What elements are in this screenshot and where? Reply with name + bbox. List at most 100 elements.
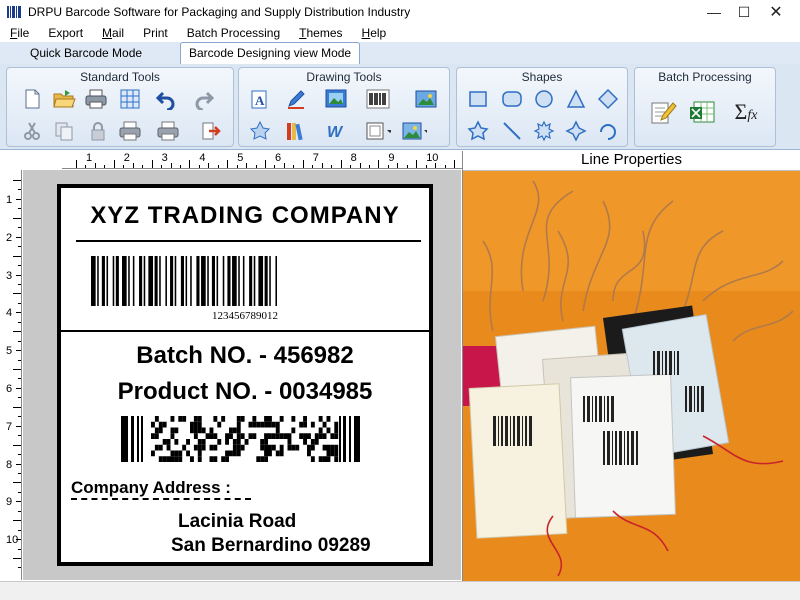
word-art-icon[interactable]: W xyxy=(323,118,349,144)
ruler-left-number: 5 xyxy=(6,345,13,358)
ruler-tick xyxy=(293,165,295,168)
menu-print[interactable]: Print xyxy=(143,26,168,40)
text-icon[interactable]: A xyxy=(247,86,273,112)
ruler-tick xyxy=(302,160,304,168)
barcode-icon[interactable] xyxy=(365,86,391,112)
new-icon[interactable] xyxy=(19,86,45,112)
picture-icon[interactable] xyxy=(323,86,349,112)
ruler-tick xyxy=(16,198,21,200)
tab-quick-barcode-mode[interactable]: Quick Barcode Mode xyxy=(30,46,142,60)
ruler-tick xyxy=(378,160,380,168)
ribbon: Standard Tools Drawing Tools A W Shapes … xyxy=(0,64,800,150)
ruler-tick xyxy=(189,160,191,168)
ruler-tick xyxy=(179,165,181,168)
cut-icon[interactable] xyxy=(19,118,45,144)
ruler-tick xyxy=(13,520,21,522)
linear-barcode[interactable] xyxy=(91,256,401,306)
ellipse-shape-icon[interactable] xyxy=(531,86,557,112)
image-library-icon[interactable] xyxy=(413,86,439,112)
redo-icon[interactable] xyxy=(191,86,217,112)
menu-mail[interactable]: Mail xyxy=(102,26,124,40)
excel-import-icon[interactable] xyxy=(689,98,717,126)
ruler-tick xyxy=(331,165,333,168)
triangle-shape-icon[interactable] xyxy=(563,86,589,112)
ruler-tick xyxy=(274,165,276,168)
print-preview-icon[interactable] xyxy=(117,118,143,144)
pencil-icon[interactable] xyxy=(283,86,309,112)
menu-help[interactable]: Help xyxy=(362,26,387,40)
ruler-tick xyxy=(18,302,21,304)
arc-shape-icon[interactable] xyxy=(595,118,621,144)
books-icon[interactable] xyxy=(283,118,309,144)
ruler-tick xyxy=(18,510,21,512)
barcode-number-text[interactable]: 123456789012 xyxy=(61,310,429,322)
menu-export[interactable]: Export xyxy=(48,26,83,40)
ruler-top-number: 6 xyxy=(275,152,282,164)
lock-icon[interactable] xyxy=(85,118,111,144)
ruler-top-number: 5 xyxy=(237,152,244,164)
maximize-button[interactable]: ☐ xyxy=(728,0,760,24)
ruler-tick xyxy=(397,163,399,168)
batch-number-text[interactable]: Batch NO. - 456982 xyxy=(61,342,429,370)
open-folder-icon[interactable] xyxy=(51,86,77,112)
formula-icon[interactable]: Σfx xyxy=(729,98,763,126)
pdf417-barcode[interactable] xyxy=(121,416,361,462)
four-point-star-icon[interactable] xyxy=(563,118,589,144)
divider-line[interactable] xyxy=(61,330,429,332)
line-shape-icon[interactable] xyxy=(499,118,525,144)
diamond-shape-icon[interactable] xyxy=(595,86,621,112)
ruler-tick xyxy=(13,255,21,257)
grid-icon[interactable] xyxy=(117,86,143,112)
print-icon[interactable] xyxy=(83,86,109,112)
svg-text:W: W xyxy=(327,124,344,141)
shapes-group: Shapes xyxy=(456,67,628,147)
burst-shape-icon[interactable] xyxy=(531,118,557,144)
product-number-text[interactable]: Product NO. - 0034985 xyxy=(61,378,429,406)
drawing-tools-group: Drawing Tools A W xyxy=(238,67,450,147)
ruler-tick xyxy=(16,274,21,276)
star-shape-icon[interactable] xyxy=(247,118,273,144)
svg-text:A: A xyxy=(255,93,265,108)
rounded-rectangle-shape-icon[interactable] xyxy=(499,86,525,112)
batch-edit-icon[interactable] xyxy=(649,98,677,126)
frame-icon[interactable] xyxy=(365,118,391,144)
address-dashed-line[interactable] xyxy=(71,498,251,500)
ruler-top-number: 7 xyxy=(312,152,319,164)
barcode-label[interactable]: XYZ TRADING COMPANY 123456789012 Batch N… xyxy=(57,184,433,566)
ruler-top-number: 9 xyxy=(388,152,395,164)
undo-icon[interactable] xyxy=(153,86,179,112)
exit-icon[interactable] xyxy=(197,118,223,144)
menu-themes[interactable]: Themes xyxy=(299,26,342,40)
ruler-tick xyxy=(94,163,96,168)
close-button[interactable]: ✕ xyxy=(760,0,792,24)
star-outline-icon[interactable] xyxy=(465,118,491,144)
ruler-tick xyxy=(359,163,361,168)
address-line-2[interactable]: San Bernardino 09289 xyxy=(171,535,371,557)
address-line-1[interactable]: Lacinia Road xyxy=(178,511,296,533)
ruler-top-number: 3 xyxy=(161,152,168,164)
image-dropdown-icon[interactable] xyxy=(401,118,427,144)
print-setup-icon[interactable] xyxy=(155,118,181,144)
batch-processing-title: Batch Processing xyxy=(658,70,752,84)
ruler-tick xyxy=(13,482,21,484)
app-window: DRPU Barcode Software for Packaging and … xyxy=(0,0,800,600)
ruler-tick xyxy=(321,163,323,168)
ruler-left-number: 7 xyxy=(6,420,13,433)
tab-barcode-designing-mode[interactable]: Barcode Designing view Mode xyxy=(180,42,361,64)
rectangle-shape-icon[interactable] xyxy=(465,86,491,112)
ruler-tick xyxy=(142,165,144,168)
ruler-tick xyxy=(18,397,21,399)
ruler-tick xyxy=(18,567,21,569)
company-address-label[interactable]: Company Address : xyxy=(71,478,231,498)
menu-batch-processing[interactable]: Batch Processing xyxy=(187,26,280,40)
minimize-button[interactable]: — xyxy=(698,0,730,24)
ruler-tick xyxy=(13,558,21,559)
ruler-tick xyxy=(18,227,21,229)
copy-icon[interactable] xyxy=(51,118,77,144)
drawing-tools-title: Drawing Tools xyxy=(306,70,382,84)
ruler-tick xyxy=(236,165,238,168)
company-underline[interactable] xyxy=(76,240,421,242)
ruler-tick xyxy=(18,283,21,285)
menu-file[interactable]: File xyxy=(10,26,29,40)
company-name-text[interactable]: XYZ TRADING COMPANY xyxy=(61,202,429,230)
